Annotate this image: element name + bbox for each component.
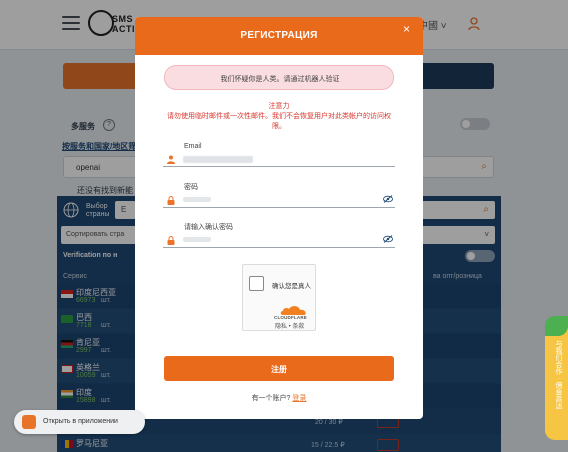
eye-slash-icon[interactable] (383, 195, 393, 203)
robot-alert: 我们怀疑你是人类。请通过机器人验证 (164, 65, 394, 90)
captcha-checkbox[interactable] (249, 276, 264, 291)
password-value (183, 197, 211, 202)
close-icon[interactable]: × (403, 23, 410, 35)
partner-side-tab-label: 与我们合作 · 佣金高达 (555, 340, 562, 410)
lock-icon (167, 236, 175, 245)
notice-title: 注意力 (268, 103, 290, 110)
user-icon (167, 155, 175, 164)
notice-body: 请勿使用临时邮件或一次性邮件。我们不会恢复用户对此类帐户的访问权限。 (167, 113, 391, 130)
register-button[interactable]: 注册 (164, 356, 394, 381)
partner-side-tab[interactable]: 与我们合作 · 佣金高达 (545, 316, 568, 440)
cloudflare-captcha: 确认您是真人 CLOUDFLARE 隐私 • 条款 (242, 264, 316, 331)
open-in-app-button[interactable]: Открыть в приложении (14, 410, 145, 434)
registration-modal: РЕГИСТРАЦИЯ × 我们怀疑你是人类。请通过机器人验证 注意力 请勿使用… (135, 17, 423, 419)
robot-alert-text: 我们怀疑你是人类。请通过机器人验证 (220, 76, 340, 83)
login-link[interactable]: 登录 (292, 395, 306, 402)
email-field[interactable]: Email (163, 143, 395, 167)
register-button-label: 注册 (271, 365, 287, 374)
open-in-app-label: Открыть в приложении (43, 418, 118, 425)
eye-slash-icon[interactable] (383, 235, 393, 243)
app-icon (22, 415, 36, 429)
modal-title: РЕГИСТРАЦИЯ (240, 30, 318, 41)
captcha-label: 确认您是真人 (272, 283, 311, 290)
captcha-links[interactable]: 隐私 • 条款 (275, 321, 304, 330)
email-label: Email (184, 143, 202, 150)
modal-header: РЕГИСТРАЦИЯ × (135, 17, 423, 55)
partner-badge-icon (545, 316, 568, 336)
email-value (183, 156, 253, 163)
cloudflare-logo-icon (280, 306, 306, 315)
captcha-brand: CLOUDFLARE (274, 315, 307, 320)
confirm-password-value (183, 237, 211, 242)
password-field[interactable]: 密码 (163, 184, 395, 208)
confirm-password-label: 请输入确认密码 (184, 224, 233, 231)
password-label: 密码 (184, 184, 198, 191)
login-line: 有一个账户? 登录 (135, 393, 423, 403)
login-prompt: 有一个账户? (251, 395, 291, 402)
confirm-password-field[interactable]: 请输入确认密码 (163, 224, 395, 248)
lock-icon (167, 196, 175, 205)
